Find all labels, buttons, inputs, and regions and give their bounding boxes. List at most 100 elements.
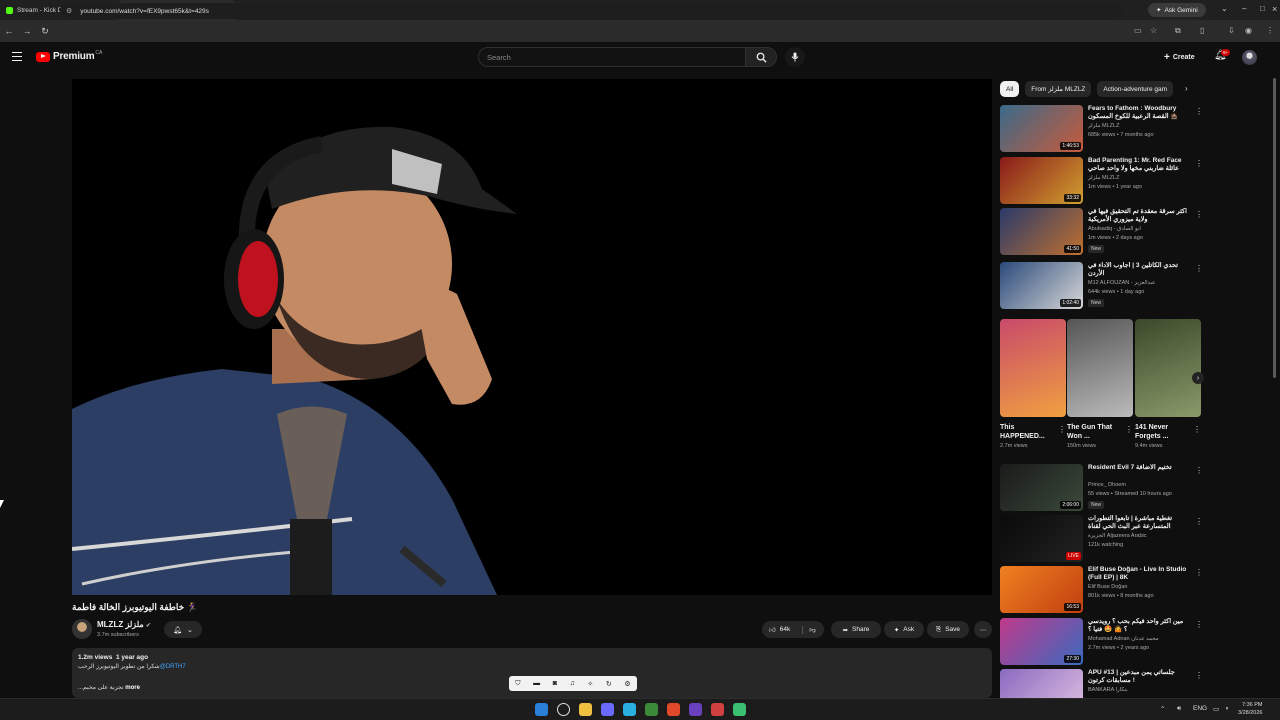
video-thumbnail[interactable]: 33:32 (1000, 157, 1083, 204)
maximize-icon[interactable]: □ (1260, 4, 1265, 13)
magic-icon[interactable]: ✧ (587, 680, 593, 688)
language-indicator[interactable]: ENG (1193, 705, 1207, 712)
taskbar-app-icon[interactable] (579, 703, 592, 716)
reload-icon[interactable]: ↻ (36, 26, 54, 37)
recommended-video[interactable]: 1:46:53 Fears to Fathom : Woodbury القصة … (1000, 105, 1205, 153)
recommended-video[interactable]: 1:02:40 تحدي الكاتلين 3 | أجاوب الأداء في… (1000, 262, 1205, 310)
bookmark-star-icon[interactable]: ☆ (1150, 26, 1157, 35)
shorts-thumbnail[interactable] (1067, 319, 1133, 417)
downloads-icon[interactable]: ⇩ (1228, 26, 1235, 35)
site-info-icon[interactable]: ⚙ (66, 7, 72, 15)
tab-search-icon[interactable]: ⌄ (1221, 4, 1228, 13)
more-options-icon[interactable]: ⋮ (1125, 425, 1133, 434)
network-icon[interactable]: ▭ (1213, 705, 1219, 713)
show-more-link[interactable]: more (125, 685, 140, 691)
taskbar-search-icon[interactable] (557, 703, 570, 716)
sound-icon[interactable]: 🔊︎ (1177, 705, 1181, 713)
shorts-card[interactable]: This HAPPENED... 2.7m views ⋮ (1000, 319, 1066, 449)
thumbs-down-icon[interactable]: 👎︎ (802, 625, 816, 634)
more-options-icon[interactable]: ⋮ (1193, 425, 1201, 434)
cast-icon[interactable]: ▭ (1134, 26, 1142, 35)
browser-menu-icon[interactable]: ⋮ (1266, 26, 1274, 35)
video-thumbnail[interactable]: 41:50 (1000, 208, 1083, 255)
recommended-video[interactable]: 2:06:00 Resident Evil 7 تختيم الاضافة Prin… (1000, 464, 1205, 512)
shorts-views: 2.7m views (1000, 443, 1028, 449)
save-button[interactable]: ⎘ Save (927, 621, 969, 638)
back-icon[interactable]: ← (0, 26, 18, 36)
shorts-next-button[interactable]: › (1192, 372, 1204, 384)
shorts-thumbnail[interactable] (1000, 319, 1066, 417)
video-player[interactable] (72, 79, 992, 595)
folder-icon[interactable]: ▬ (533, 680, 540, 687)
video-thumbnail[interactable]: LIVE (1000, 515, 1083, 562)
channel-name[interactable]: MLZLZ ملزلز ✔ (97, 620, 151, 629)
page-scrollbar[interactable] (1273, 78, 1276, 378)
more-options-icon[interactable]: ⋮ (1195, 107, 1203, 116)
recommended-video[interactable]: 41:50 اكثر سرقة معقدة تم التحقيق فيها في … (1000, 208, 1205, 256)
like-button[interactable]: 👍︎ 64k 👎︎ (762, 621, 824, 638)
volume-icon[interactable]: ◖ (1225, 705, 1229, 712)
video-thumbnail[interactable]: 2:06:00 (1000, 464, 1083, 511)
shorts-card[interactable]: The Gun That Won ... 150m views ⋮ (1067, 319, 1133, 449)
taskbar-app-icon[interactable] (711, 703, 724, 716)
video-thumbnail[interactable]: 1:46:53 (1000, 105, 1083, 152)
more-options-icon[interactable]: ⋮ (1195, 620, 1203, 629)
more-actions-button[interactable]: ⋯ (974, 621, 992, 638)
recommended-video[interactable]: 33:32 Bad Parenting 1: Mr. Red Face عائلة… (1000, 157, 1205, 205)
filter-chip[interactable]: All (1000, 81, 1020, 97)
sidebar-icon[interactable]: ▯ (1200, 26, 1204, 35)
recommended-video[interactable]: 27:30 مين أكثر واحد فيكم بحب ؟ رويدسي ؟ 🤷… (1000, 618, 1205, 666)
filter-chip[interactable]: From ملزلز MLZLZ (1025, 81, 1092, 97)
share-button[interactable]: ➦ Share (831, 621, 881, 638)
more-options-icon[interactable]: ⋮ (1058, 425, 1066, 434)
video-thumbnail[interactable]: 16:53 (1000, 566, 1083, 613)
system-clock[interactable]: 7:36 PM 3/28/2026 (1238, 702, 1262, 717)
taskbar-app-icon[interactable] (689, 703, 702, 716)
hamburger-menu-icon[interactable] (12, 52, 22, 61)
ask-button[interactable]: ✦ Ask (884, 621, 924, 638)
more-options-icon[interactable]: ⋮ (1195, 264, 1203, 273)
taskbar-app-icon[interactable] (645, 703, 658, 716)
profile-icon[interactable]: ◉ (1245, 26, 1252, 35)
chevron-right-icon[interactable]: › (1185, 84, 1188, 93)
account-avatar[interactable] (1242, 50, 1257, 65)
more-options-icon[interactable]: ⋮ (1195, 159, 1203, 168)
video-thumbnail[interactable]: 1:02:40 (1000, 262, 1083, 309)
more-options-icon[interactable]: ⋮ (1195, 466, 1203, 475)
gear-icon[interactable]: ⚙ (624, 680, 630, 688)
taskbar-app-icon[interactable] (601, 703, 614, 716)
ask-gemini-button[interactable]: ✦ Ask Gemini (1148, 3, 1206, 17)
youtube-premium-logo[interactable]: Premium CA (36, 50, 102, 62)
close-window-icon[interactable]: × (1272, 4, 1277, 14)
more-options-icon[interactable]: ⋮ (1195, 671, 1203, 680)
description-mention-link[interactable]: @DRTH7 (160, 664, 186, 670)
channel-avatar[interactable] (72, 619, 92, 639)
refresh-icon[interactable]: ↻ (606, 680, 612, 688)
search-input[interactable]: Search (478, 47, 746, 67)
more-options-icon[interactable]: ⋮ (1195, 210, 1203, 219)
audio-icon[interactable]: ♫ (570, 680, 575, 687)
minimize-icon[interactable]: – (1242, 4, 1246, 13)
tray-overflow-icon[interactable]: ⌃ (1160, 705, 1165, 713)
forward-icon[interactable]: → (18, 26, 36, 36)
taskbar-app-icon[interactable] (623, 703, 636, 716)
windows-start-icon[interactable] (535, 703, 548, 716)
subscription-bell-button[interactable]: 🔔︎ ⌄ (164, 621, 202, 638)
more-options-icon[interactable]: ⋮ (1195, 517, 1203, 526)
shorts-thumbnail[interactable] (1135, 319, 1201, 417)
shorts-card[interactable]: 141 Never Forgets ... 9.4m views ⋮ (1135, 319, 1201, 449)
taskbar-app-icon[interactable] (733, 703, 746, 716)
filter-chip[interactable]: Action-adventure gam (1097, 81, 1174, 97)
recommended-video[interactable]: 16:53 Elif Buse Doğan - Live In Studio (F… (1000, 566, 1205, 614)
video-thumbnail[interactable]: 27:30 (1000, 618, 1083, 665)
address-bar[interactable]: ⚙ youtube.com/watch?v=fEX9pwst65k&t=429s (60, 3, 1124, 19)
create-button[interactable]: + Create (1158, 49, 1201, 65)
voice-search-button[interactable] (785, 47, 805, 67)
search-button[interactable] (745, 47, 777, 67)
taskbar-app-icon[interactable] (667, 703, 680, 716)
shield-icon[interactable]: ⛉ (515, 680, 520, 688)
recommended-video[interactable]: LIVE تغطية مباشرة | تابعوا التطورات المتس… (1000, 515, 1205, 563)
extensions-icon[interactable]: ⧉ (1175, 26, 1181, 36)
more-options-icon[interactable]: ⋮ (1195, 568, 1203, 577)
camera-icon[interactable]: ◙ (553, 680, 557, 687)
